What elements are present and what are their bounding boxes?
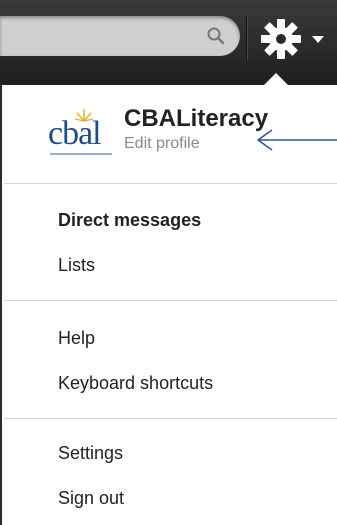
dropdown-pointer	[264, 73, 288, 85]
cbal-logo: cbal	[48, 107, 116, 161]
menu-item-settings[interactable]: Settings	[58, 443, 123, 464]
menu-item-help[interactable]: Help	[58, 328, 95, 349]
settings-menu-button[interactable]	[256, 10, 337, 70]
settings-dropdown-menu: cbal CBALiteracy Edit profile Direct mes…	[0, 85, 337, 525]
toolbar-divider	[246, 16, 247, 60]
annotation-arrow-icon	[256, 129, 337, 151]
profile-name[interactable]: CBALiteracy	[124, 105, 268, 133]
profile-link[interactable]: cbal CBALiteracy Edit profile	[2, 85, 337, 165]
menu-divider	[4, 183, 337, 184]
edit-profile-link[interactable]: Edit profile	[124, 135, 200, 153]
chevron-down-icon	[312, 36, 324, 43]
top-navigation-bar	[0, 0, 337, 85]
menu-divider	[4, 300, 337, 301]
logo-underline	[50, 153, 112, 155]
menu-item-direct-messages[interactable]: Direct messages	[58, 210, 201, 231]
search-icon[interactable]	[206, 26, 226, 46]
menu-item-lists[interactable]: Lists	[58, 255, 95, 276]
logo-text: cbal	[48, 115, 102, 152]
search-input[interactable]	[0, 16, 240, 56]
menu-item-sign-out[interactable]: Sign out	[58, 488, 124, 509]
menu-divider	[4, 418, 337, 419]
menu-item-keyboard-shortcuts[interactable]: Keyboard shortcuts	[58, 373, 213, 394]
gear-icon	[261, 19, 301, 59]
